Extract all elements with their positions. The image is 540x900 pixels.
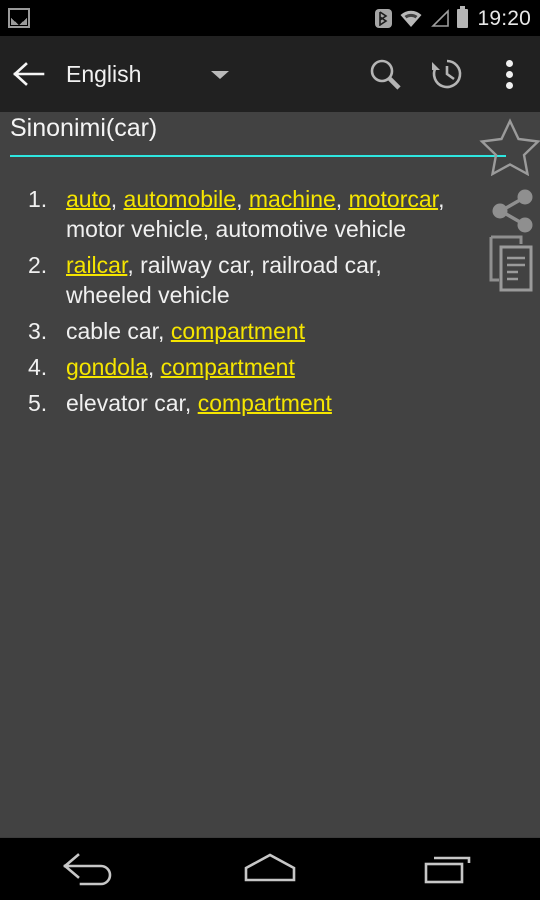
synonym-link[interactable]: railcar [66, 252, 127, 278]
search-button[interactable] [354, 36, 416, 112]
search-icon [370, 59, 401, 90]
synonym-row-text: auto, automobile, machine, motorcar, mot… [66, 184, 540, 244]
favorite-button[interactable] [479, 118, 540, 177]
synonym-link[interactable]: motorcar [349, 186, 438, 212]
status-bar-left [0, 8, 30, 28]
language-label: English [66, 60, 142, 87]
query-field[interactable]: Sinonimi(car) [0, 112, 540, 160]
history-button[interactable] [416, 36, 478, 112]
synonym-link[interactable]: auto [66, 186, 111, 212]
synonym-row: 4. gondola, compartment [0, 352, 540, 388]
synonym-plain-text: , [110, 186, 124, 212]
query-input[interactable]: Sinonimi(car) [10, 116, 157, 141]
synonym-plain-text: cable car, [66, 318, 171, 344]
language-selector[interactable]: English [58, 36, 230, 112]
synonym-link[interactable]: automobile [124, 186, 237, 212]
nav-home-icon [244, 853, 296, 882]
nav-recents-button[interactable] [360, 838, 540, 900]
query-underline [10, 155, 506, 157]
wifi-icon [400, 10, 422, 27]
chevron-down-icon [211, 71, 230, 79]
app-toolbar: English [0, 36, 540, 112]
overflow-menu-button[interactable] [478, 36, 540, 112]
synonym-row-text: elevator car, compartment [66, 388, 540, 418]
synonym-row-number: 5. [28, 390, 48, 416]
image-icon [8, 8, 30, 28]
battery-icon [457, 5, 469, 28]
synonym-row: 1. auto, automobile, machine, motorcar, m… [0, 184, 540, 250]
toolbar-back-button[interactable] [0, 36, 58, 112]
synonym-row: 5. elevator car, compartment [0, 388, 540, 424]
synonym-row-number: 2. [28, 252, 48, 278]
signal-icon [431, 8, 450, 27]
synonym-row-number: 1. [28, 186, 48, 212]
synonym-link[interactable]: machine [249, 186, 336, 212]
more-vertical-icon [505, 56, 513, 93]
synonym-results-list: 1. auto, automobile, machine, motorcar, m… [0, 184, 540, 424]
bluetooth-icon [375, 8, 393, 28]
nav-back-icon [63, 853, 112, 886]
synonym-plain-text: , [147, 354, 161, 380]
synonym-link[interactable]: compartment [198, 390, 332, 416]
status-bar-clock: 19:20 [477, 6, 531, 30]
synonym-row-text: gondola, compartment [66, 352, 540, 382]
synonym-link[interactable]: gondola [66, 354, 148, 380]
synonym-row-number: 4. [28, 354, 48, 380]
synonym-row-number: 3. [28, 318, 48, 344]
history-icon [432, 59, 462, 89]
arrow-left-icon [13, 62, 45, 86]
synonym-plain-text: elevator car, [66, 390, 198, 416]
star-outline-icon [479, 118, 540, 177]
status-bar: 19:20 [0, 0, 540, 36]
app-screen: 19:20 English Sinonimi(car) 1. auto, aut… [0, 0, 540, 900]
synonym-row: 3. cable car, compartment [0, 316, 540, 352]
nav-recents-icon [424, 856, 471, 884]
nav-home-button[interactable] [180, 838, 360, 900]
status-bar-right: 19:20 [375, 5, 540, 30]
synonym-row-text: railcar, railway car, railroad car, whee… [66, 250, 540, 310]
synonym-plain-text: , [236, 186, 249, 212]
android-nav-bar [0, 837, 540, 900]
synonym-row-text: cable car, compartment [66, 316, 540, 346]
nav-back-button[interactable] [0, 838, 180, 900]
synonym-link[interactable]: compartment [171, 318, 305, 344]
synonym-plain-text: , [335, 186, 349, 212]
synonym-row: 2. railcar, railway car, railroad car, wh… [0, 250, 540, 316]
synonym-link[interactable]: compartment [161, 354, 295, 380]
